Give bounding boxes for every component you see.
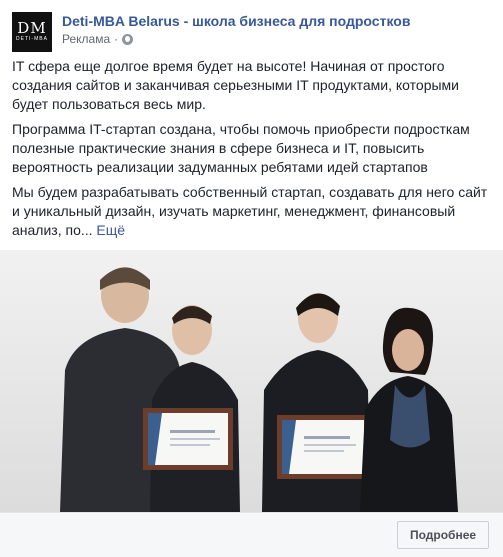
page-avatar[interactable]: DM DETI-MBA bbox=[12, 12, 52, 52]
post-header: DM DETI-MBA Deti-MBA Belarus - школа биз… bbox=[12, 10, 492, 52]
page-name-link[interactable]: Deti-MBA Belarus - школа бизнеса для под… bbox=[62, 13, 410, 29]
avatar-caption: DETI-MBA bbox=[16, 36, 48, 42]
learn-more-button[interactable]: Подробнее bbox=[397, 521, 489, 549]
post-paragraph: Мы будем разрабатывать собственный старт… bbox=[12, 183, 494, 240]
sponsored-label[interactable]: Реклама bbox=[62, 32, 110, 46]
globe-icon bbox=[122, 33, 134, 45]
post-paragraph: IT сфера еще долгое время будет на высот… bbox=[12, 58, 459, 112]
post-meta: Реклама · bbox=[62, 32, 134, 46]
post-paragraph: Программа IT-стартап создана, чтобы помо… bbox=[12, 121, 470, 175]
see-more-link[interactable]: Ещё bbox=[96, 222, 125, 238]
avatar-monogram: DM bbox=[17, 19, 47, 37]
photo-illustration bbox=[0, 250, 503, 512]
sponsored-post: DM DETI-MBA Deti-MBA Belarus - школа биз… bbox=[0, 0, 503, 557]
post-photo[interactable] bbox=[0, 250, 503, 512]
post-footer: Подробнее bbox=[0, 512, 503, 557]
post-text: IT сфера еще долгое время будет на высот… bbox=[12, 57, 494, 246]
post-paragraph-text: Мы будем разрабатывать собственный старт… bbox=[12, 184, 488, 238]
